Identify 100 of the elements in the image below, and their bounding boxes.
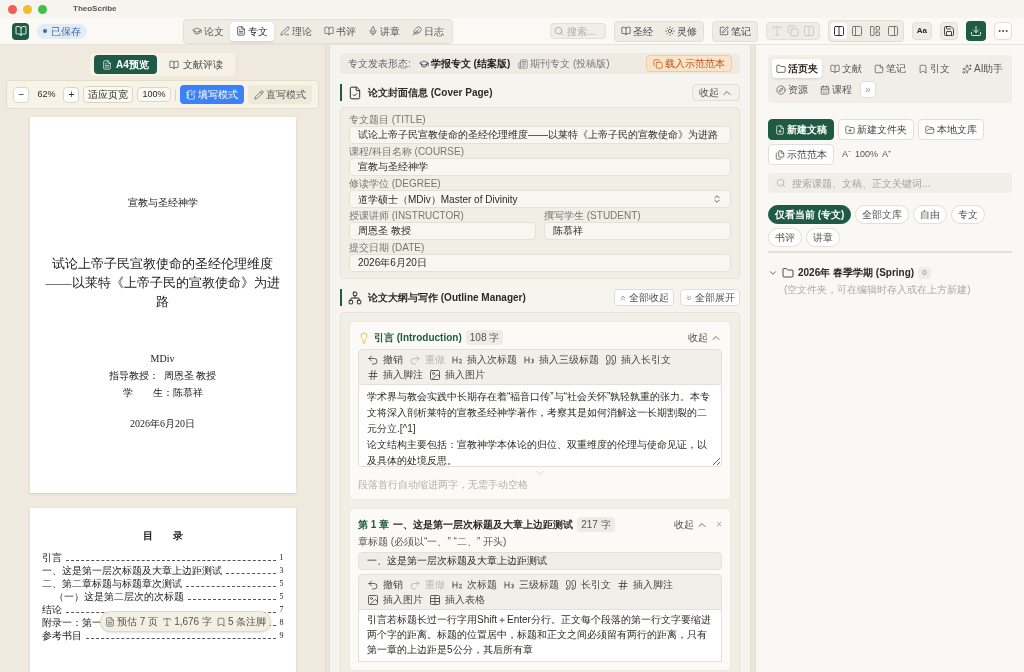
library-action-button[interactable]: 新建文件夹 [838, 119, 914, 140]
library-action-button[interactable]: 本地文库 [918, 119, 984, 140]
folder-icon [782, 266, 794, 279]
updown-icon [712, 194, 722, 204]
pen-icon [280, 26, 291, 36]
mode-tab[interactable]: 论文 [186, 21, 231, 41]
toolbar-button[interactable]: 插入图片 [367, 592, 423, 607]
toolbar-button[interactable]: 插入脚注 [617, 577, 673, 592]
mode-tab[interactable]: 讲章 [362, 21, 407, 41]
filter-chip[interactable]: 全部文库 [855, 205, 910, 224]
text-field[interactable]: 一、这是第一层次标题及大章上边距测试 [358, 552, 722, 570]
library-action-button[interactable]: 示范范本 [768, 144, 834, 165]
preview-tab[interactable]: 文献评读 [160, 55, 231, 74]
stat-item: 预估 7 页 [105, 614, 159, 629]
field-label: 修读学位 (DEGREE) [349, 178, 442, 190]
filter-chip[interactable]: 专文 [951, 205, 986, 224]
toolbar-button[interactable]: 三级标题 [503, 577, 559, 592]
font-button[interactable]: Aa [911, 22, 932, 40]
bookmark-icon [918, 63, 928, 74]
layout-button[interactable] [830, 23, 847, 39]
text-field[interactable]: 2026年6月20日 [349, 254, 731, 272]
files-icon [775, 149, 785, 160]
notes-button[interactable]: 笔记 [711, 20, 758, 42]
mode-tab[interactable]: 专文 [230, 21, 275, 41]
text-field[interactable]: 陈慕祥 [544, 222, 731, 240]
publish-option[interactable]: 学报专文 (结案版) [418, 56, 511, 71]
close-button[interactable] [8, 4, 17, 14]
toolbar-button[interactable]: 撤销 [367, 352, 403, 367]
undo-icon [367, 578, 379, 591]
actual-size-button[interactable]: 100% [137, 86, 171, 103]
preview-tab[interactable]: A4预览 [94, 55, 157, 74]
toolbar-button[interactable]: 次标题 [451, 577, 497, 592]
book-icon [620, 26, 631, 36]
toc-entry: 附录一：第一 [41, 616, 102, 629]
library-tab[interactable]: 引文 [914, 59, 954, 78]
library-tab[interactable]: 活页夹 [772, 59, 822, 78]
toolbar-button[interactable]: 插入图片 [429, 367, 485, 382]
load-sample-button[interactable]: 载入示范范本 [646, 55, 732, 72]
zoom-out-button[interactable]: − [13, 86, 30, 103]
export-button[interactable] [966, 21, 986, 41]
mode-toggle[interactable]: 直写模式 [247, 85, 312, 104]
toc-entry: 结论 [41, 603, 62, 616]
text-field[interactable]: 周恩圣 教授 [349, 222, 536, 240]
collapse-button[interactable]: 收起 [692, 84, 740, 101]
toolbar-button[interactable]: 插入表格 [429, 592, 485, 607]
zoom-button[interactable] [38, 4, 47, 14]
mode-tab[interactable]: 日志 [406, 21, 451, 41]
field-label: 章标题 (必须以“一、” “二、” 开头) [358, 536, 508, 548]
collapse-button[interactable]: 收起 [688, 330, 722, 345]
quote-icon [565, 578, 577, 591]
collapse-all-button[interactable]: 全部收起 [614, 289, 674, 306]
hierarchy-icon [348, 290, 362, 305]
filter-chip[interactable]: 仅看当前 (专文) [768, 205, 852, 224]
font-decrease-button[interactable]: A⁻ [842, 147, 851, 162]
library-search-field[interactable]: 搜索课题、文稿、正文关键词... [768, 173, 1012, 193]
toolbar-button[interactable]: 插入次标题 [451, 352, 517, 367]
filter-chip[interactable]: 讲章 [806, 228, 840, 247]
library-tab[interactable]: AI助手 [958, 59, 1008, 78]
text-field[interactable]: 试论上帝子民宣教使命的圣经伦理维度——以莱特《上帝子民的宣教使命》为进路 [349, 126, 731, 144]
text-editor[interactable]: 引言若标题长过一行字用Shift＋Enter分行。正文每个段落的第一行文字要缩进两个字的距离。标题的位置居中，标题和正文之间必须留有两行的距离，只有第一章的上边距是5公分，其后所有章 [358, 610, 722, 662]
mode-toggle[interactable]: 填写模式 [179, 85, 244, 104]
toolbar-button[interactable]: 长引文 [565, 577, 611, 592]
library-action-button[interactable]: 新建文稿 [768, 119, 834, 140]
filter-chip[interactable]: 自由 [913, 205, 948, 224]
library-tab[interactable]: 资源 [772, 80, 812, 99]
mode-tab[interactable]: 书评 [318, 21, 363, 41]
text-editor[interactable]: 学术界与教会实践中长期存在着“福音口传”与“社会关怀”孰轻孰重的张力。本专文将深入剖析莱特的宣教圣经神学著作，考察其是如何消解这一长期割裂的二元分立.[^1] 论文结构主要包括：宣教神学本体论的归位、双重维度的伦理与使命见证，以及具体的处境反思。 [358, 385, 722, 467]
copy-icon [653, 58, 663, 69]
toolbar-button[interactable]: 插入脚注 [367, 367, 423, 382]
window-title: TheoScribe [73, 3, 117, 15]
library-tab[interactable]: 文献 [826, 59, 866, 78]
resource-button[interactable]: 圣经 [614, 21, 659, 41]
mode-tab[interactable]: 理论 [274, 21, 319, 41]
zoom-in-button[interactable]: + [63, 86, 80, 103]
expand-all-button[interactable]: 全部展开 [680, 289, 740, 306]
cap-icon [418, 58, 429, 69]
course-name: 宣教与圣经神学 [127, 196, 198, 210]
search-field[interactable]: 搜索... [549, 23, 606, 39]
resource-button[interactable]: 灵修 [658, 21, 703, 41]
chevrons-up-icon [619, 293, 627, 302]
font-increase-button[interactable]: A⁺ [882, 147, 892, 162]
library-tab[interactable]: 课程 [816, 80, 856, 99]
fit-width-button[interactable]: 适应页宽 [83, 86, 134, 103]
toc-entry: （一）这是第二层次的次标题 [53, 590, 184, 603]
publish-option[interactable]: 期刊专文 (投稿版) [518, 56, 610, 71]
collapse-button[interactable]: 收起 [674, 517, 709, 532]
page-number: 8 [279, 617, 284, 629]
folder-icon [925, 124, 935, 135]
save-button[interactable] [940, 22, 958, 40]
library-tab[interactable]: 笔记 [870, 59, 910, 78]
toolbar-button[interactable]: 撤销 [367, 577, 403, 592]
more-button[interactable] [994, 22, 1012, 40]
text-field[interactable]: 宣教与圣经神学 [349, 158, 731, 176]
sparkle-icon [962, 63, 972, 74]
filter-chip[interactable]: 书评 [768, 228, 802, 247]
toolbar-button[interactable]: 插入三级标题 [523, 352, 599, 367]
toolbar-button[interactable]: 插入长引文 [605, 352, 671, 367]
select-field[interactable]: 道学硕士（MDiv）Master of Divinity [349, 190, 731, 208]
image-icon [429, 368, 441, 381]
folder-name[interactable]: 2026年 春季学期 (Spring) [798, 265, 915, 280]
